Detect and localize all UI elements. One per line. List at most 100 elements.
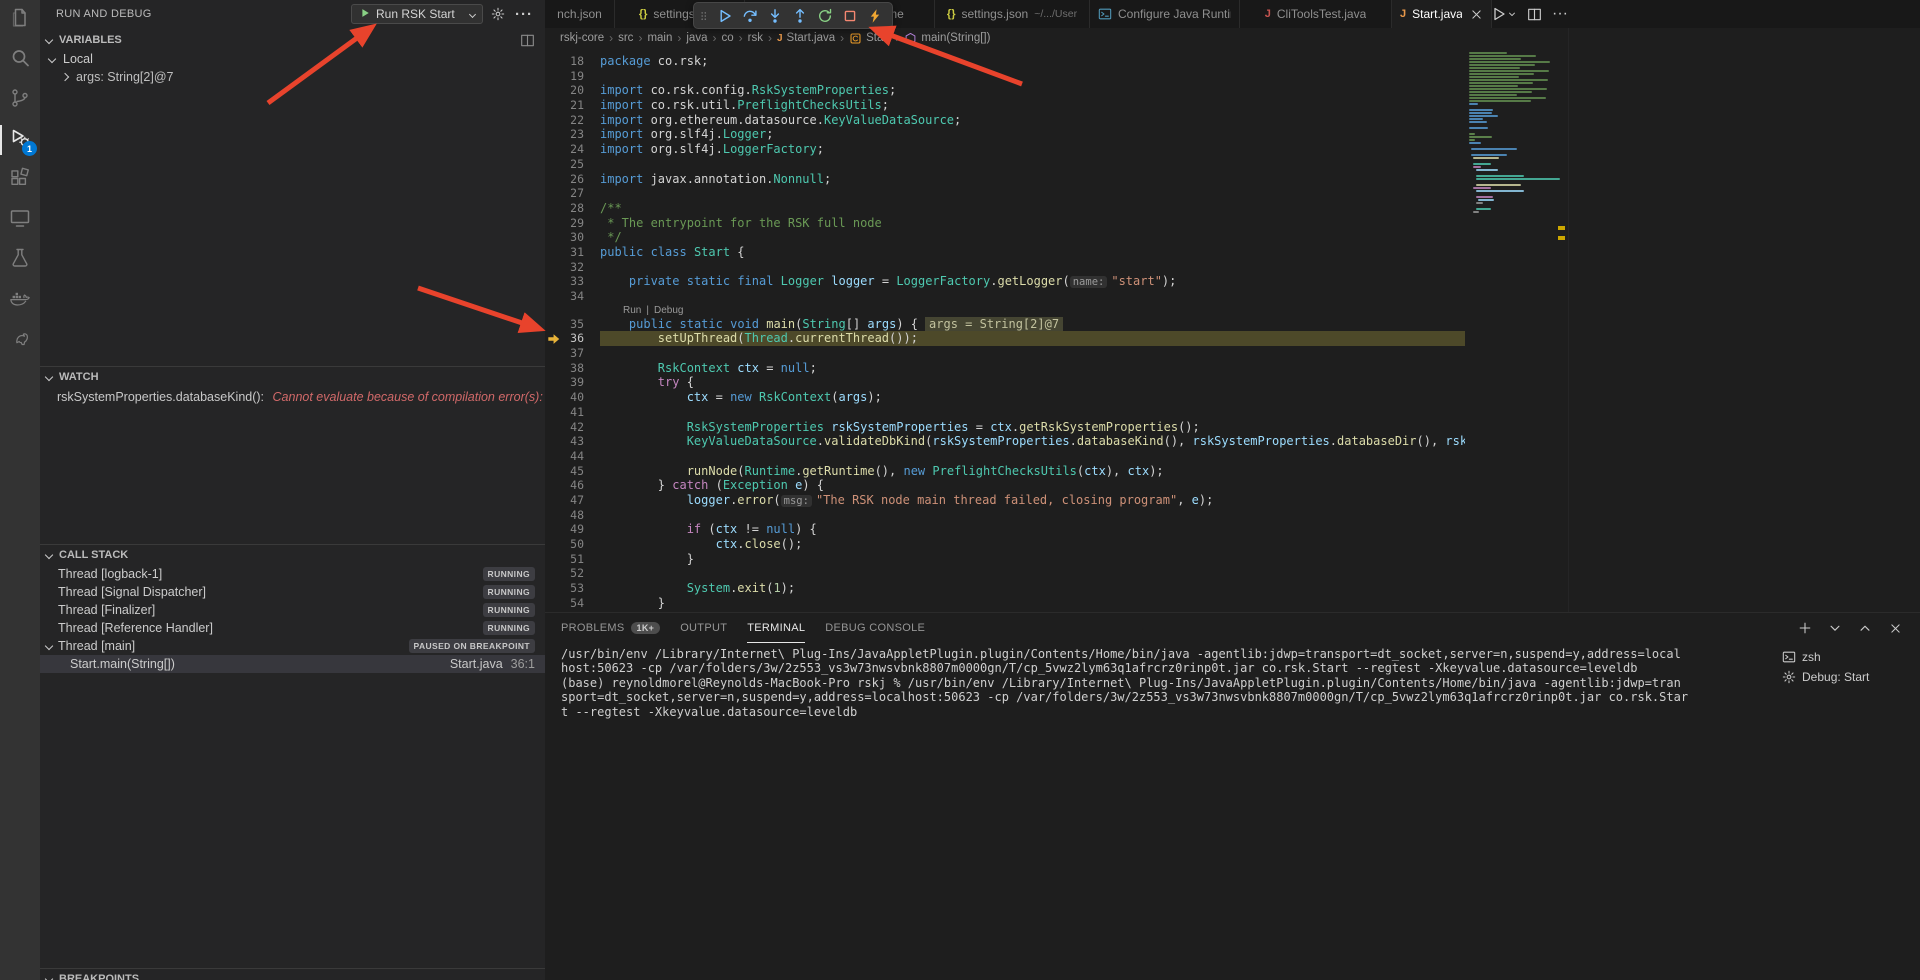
breadcrumb-item[interactable]: src [618, 32, 633, 44]
close-panel-icon[interactable] [1886, 619, 1904, 637]
code-line-24[interactable]: 24import org.slf4j.LoggerFactory; [545, 142, 1465, 157]
activity-item-remote-explorer[interactable] [0, 200, 40, 240]
code-line-50[interactable]: 50 ctx.close(); [545, 537, 1465, 552]
line-number[interactable]: 47 [545, 493, 600, 508]
stop-icon[interactable] [837, 3, 862, 28]
variable-args[interactable]: args: String[2]@7 [40, 68, 545, 86]
code-line-52[interactable]: 52 [545, 566, 1465, 581]
watch-section-header[interactable]: WATCH [40, 367, 545, 387]
line-number[interactable]: 49 [545, 522, 600, 537]
line-number[interactable]: 33 [545, 274, 600, 289]
line-number[interactable]: 43 [545, 434, 600, 449]
code-line-38[interactable]: 38 RskContext ctx = null; [545, 361, 1465, 376]
editor-tab-start-java[interactable]: JStart.java [1392, 0, 1492, 28]
launch-profile-chevron-icon[interactable] [1826, 619, 1844, 637]
minimap[interactable] [1465, 48, 1556, 612]
activity-item-gradle[interactable] [0, 320, 40, 360]
more-actions-icon[interactable]: ··· [1548, 2, 1572, 26]
line-number[interactable]: 23 [545, 127, 600, 142]
breakpoints-section-header[interactable]: BREAKPOINTS [40, 969, 545, 980]
code-line-23[interactable]: 23import org.slf4j.Logger; [545, 127, 1465, 142]
activity-item-run-and-debug[interactable]: 1 [0, 120, 40, 160]
line-number[interactable]: 22 [545, 113, 600, 128]
line-number[interactable]: 50 [545, 537, 600, 552]
code-line-44[interactable]: 44 [545, 449, 1465, 464]
line-number[interactable]: 46 [545, 478, 600, 493]
code-line-36[interactable]: 36 setUpThread(Thread.currentThread()); [545, 331, 1465, 346]
activity-item-extensions[interactable] [0, 160, 40, 200]
line-number[interactable]: 27 [545, 186, 600, 201]
code-line-37[interactable]: 37 [545, 346, 1465, 361]
activity-item-explorer[interactable] [0, 0, 40, 40]
line-number[interactable]: 31 [545, 245, 600, 260]
debug-config-dropdown[interactable]: Run RSK Start [351, 4, 483, 24]
line-number[interactable]: 52 [545, 566, 600, 581]
breadcrumb-item[interactable]: main(String[]) [904, 32, 990, 45]
editor-tab-clitoolstest-java[interactable]: JCliToolsTest.java [1240, 0, 1392, 28]
code-line-33[interactable]: 33 private static final Logger logger = … [545, 274, 1465, 289]
step-into-icon[interactable] [762, 3, 787, 28]
activity-item-testing[interactable] [0, 240, 40, 280]
breadcrumb-item[interactable]: co [721, 32, 733, 44]
code-line-29[interactable]: 29 * The entrypoint for the RSK full nod… [545, 216, 1465, 231]
codelens-debug[interactable]: Debug [654, 304, 683, 317]
callstack-thread[interactable]: Thread [Reference Handler]RUNNING [40, 619, 545, 637]
activity-item-source-control[interactable] [0, 80, 40, 120]
line-number[interactable]: 26 [545, 172, 600, 187]
code-line-26[interactable]: 26import javax.annotation.Nonnull; [545, 172, 1465, 187]
panel-tab-problems[interactable]: PROBLEMS1K+ [561, 613, 660, 643]
panel-tab-output[interactable]: OUTPUT [680, 613, 727, 643]
close-tab-icon[interactable] [1470, 8, 1483, 21]
code-line-34[interactable]: 34 [545, 289, 1465, 304]
code-line-45[interactable]: 45 runNode(Runtime.getRuntime(), new Pre… [545, 464, 1465, 479]
line-number[interactable]: 45 [545, 464, 600, 479]
line-number[interactable]: 38 [545, 361, 600, 376]
breadcrumb-item[interactable]: rskj-core [560, 32, 604, 44]
line-number[interactable]: 24 [545, 142, 600, 157]
code-line-51[interactable]: 51 } [545, 552, 1465, 567]
breadcrumb-item[interactable]: rsk [748, 32, 763, 44]
line-number[interactable]: 29 [545, 216, 600, 231]
code-line-21[interactable]: 21import co.rsk.util.PreflightChecksUtil… [545, 98, 1465, 113]
line-number[interactable]: 30 [545, 230, 600, 245]
code-line-43[interactable]: 43 KeyValueDataSource.validateDbKind(rsk… [545, 434, 1465, 449]
line-number[interactable]: 25 [545, 157, 600, 172]
terminal-output[interactable]: /usr/bin/env /Library/Internet\ Plug-Ins… [561, 647, 1770, 719]
more-actions-icon[interactable]: ··· [513, 6, 535, 23]
editor-tab-nch-json[interactable]: nch.json [545, 0, 615, 28]
code-line-39[interactable]: 39 try { [545, 375, 1465, 390]
code-line-25[interactable]: 25 [545, 157, 1465, 172]
variables-scope-local[interactable]: Local [40, 50, 545, 68]
start-debugging-icon[interactable] [359, 7, 371, 22]
code-line-31[interactable]: 31public class Start { [545, 245, 1465, 260]
code-line-48[interactable]: 48 [545, 508, 1465, 523]
code-line-42[interactable]: 42 RskSystemProperties rskSystemProperti… [545, 420, 1465, 435]
line-number[interactable]: 35 [545, 317, 600, 332]
breadcrumb-item[interactable]: main [647, 32, 672, 44]
code-line-47[interactable]: 47 logger.error(msg:"The RSK node main t… [545, 493, 1465, 508]
callstack-thread[interactable]: Thread [main]PAUSED ON BREAKPOINT [40, 637, 545, 655]
maximize-panel-icon[interactable] [1856, 619, 1874, 637]
code-line-49[interactable]: 49 if (ctx != null) { [545, 522, 1465, 537]
panel-tab-debug-console[interactable]: DEBUG CONSOLE [825, 613, 925, 643]
line-number[interactable]: 19 [545, 69, 600, 84]
editor-tab-configure-java-runtime[interactable]: Configure Java Runtime [1090, 0, 1240, 28]
code-line-20[interactable]: 20import co.rsk.config.RskSystemProperti… [545, 83, 1465, 98]
toolbar-drag-handle-icon[interactable] [699, 8, 709, 24]
step-out-icon[interactable] [787, 3, 812, 28]
codelens-run[interactable]: Run [623, 304, 641, 317]
line-number[interactable]: 39 [545, 375, 600, 390]
code-line-30[interactable]: 30 */ [545, 230, 1465, 245]
breadcrumb-item[interactable]: JStart.java [777, 32, 835, 44]
code-line-19[interactable]: 19 [545, 69, 1465, 84]
line-number[interactable]: 41 [545, 405, 600, 420]
panel-tab-terminal[interactable]: TERMINAL [747, 613, 805, 643]
editor-tab-settings-json[interactable]: {}settings.json~/.../User [935, 0, 1090, 28]
split-editor-icon[interactable] [1523, 2, 1546, 26]
step-over-icon[interactable] [737, 3, 762, 28]
code-line-46[interactable]: 46 } catch (Exception e) { [545, 478, 1465, 493]
line-number[interactable]: 18 [545, 54, 600, 69]
views-layout-icon[interactable] [520, 33, 535, 51]
line-number[interactable]: 44 [545, 449, 600, 464]
line-number[interactable]: 48 [545, 508, 600, 523]
